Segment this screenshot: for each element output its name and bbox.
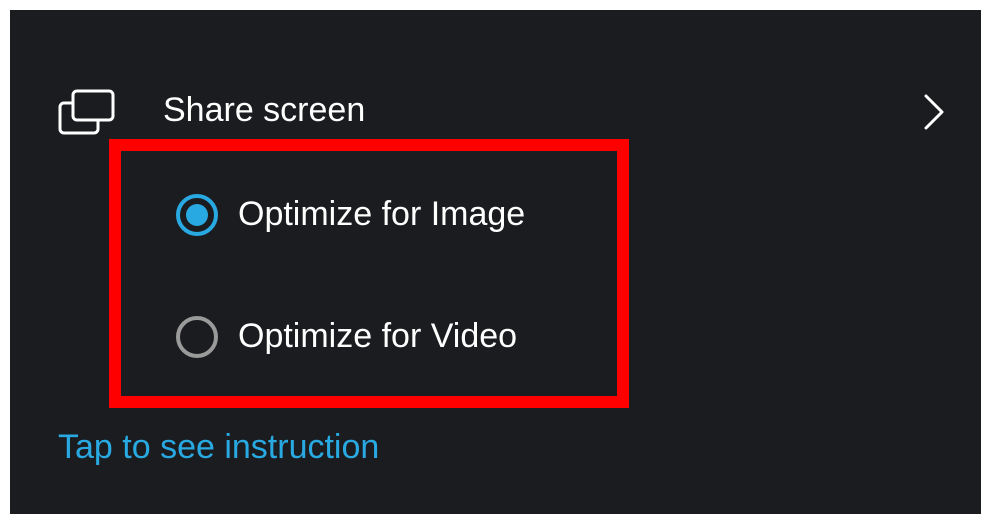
share-screen-icon <box>58 89 115 135</box>
highlight-box <box>109 139 629 408</box>
radio-unselected-icon[interactable] <box>175 315 219 359</box>
optimize-image-option[interactable]: Optimize for Image <box>175 191 595 239</box>
share-screen-label: Share screen <box>163 91 366 129</box>
optimize-image-label: Optimize for Image <box>238 195 526 233</box>
optimize-video-option[interactable]: Optimize for Video <box>175 313 595 361</box>
instruction-link[interactable]: Tap to see instruction <box>58 427 379 467</box>
settings-panel: Share screen Optimize for Image Optimize… <box>10 10 981 514</box>
radio-selected-icon[interactable] <box>175 193 219 237</box>
share-screen-row[interactable]: Share screen <box>10 76 981 148</box>
optimize-video-label: Optimize for Video <box>238 317 518 355</box>
chevron-right-icon[interactable] <box>922 92 946 132</box>
